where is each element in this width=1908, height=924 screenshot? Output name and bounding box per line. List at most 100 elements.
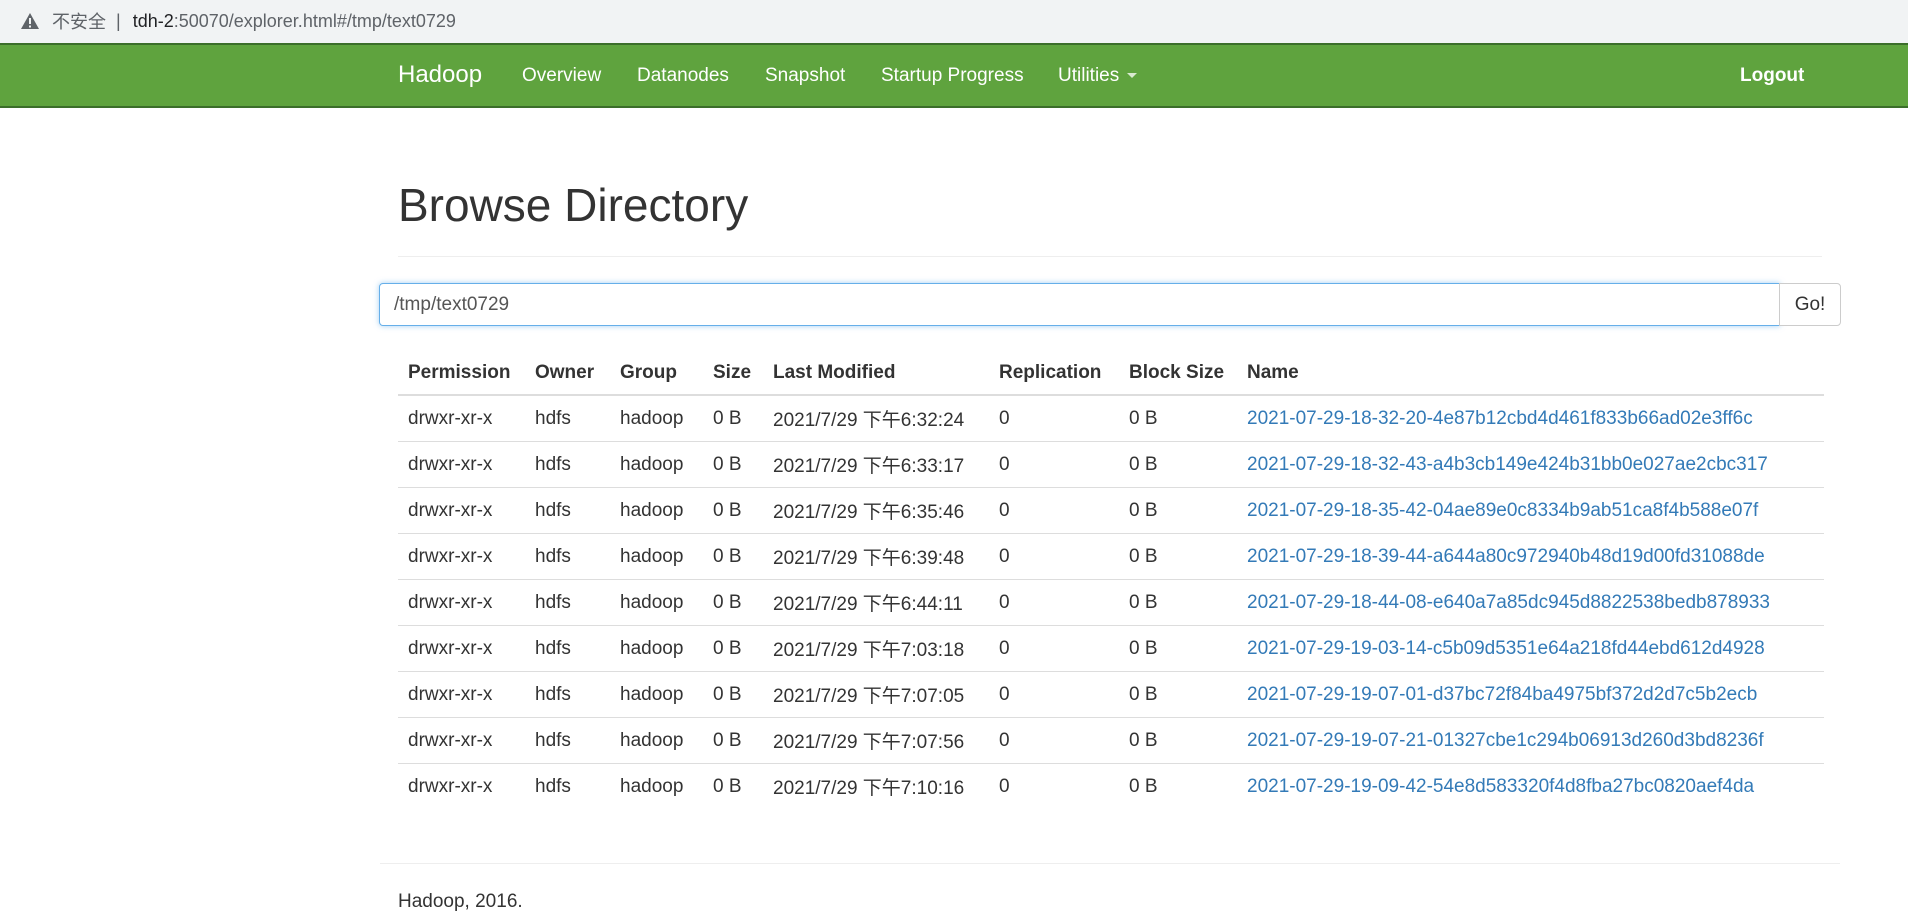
cell-owner: hdfs <box>525 671 610 718</box>
cell-name: 2021-07-29-19-03-14-c5b09d5351e64a218fd4… <box>1237 625 1824 672</box>
cell-group: hadoop <box>610 487 703 534</box>
cell-size: 0 B <box>703 717 763 764</box>
table-row: drwxr-xr-x hdfs hadoop 0 B 2021/7/29 下午7… <box>398 763 1824 809</box>
table-row: drwxr-xr-x hdfs hadoop 0 B 2021/7/29 下午6… <box>398 441 1824 488</box>
cell-replication: 0 <box>989 763 1119 809</box>
directory-link[interactable]: 2021-07-29-19-07-21-01327cbe1c294b06913d… <box>1247 730 1764 751</box>
cell-owner: hdfs <box>525 394 610 442</box>
cell-last-modified: 2021/7/29 下午7:07:05 <box>763 671 989 718</box>
cell-name: 2021-07-29-19-07-21-01327cbe1c294b06913d… <box>1237 717 1824 764</box>
nav-datanodes[interactable]: Datanodes <box>637 65 729 87</box>
cell-replication: 0 <box>989 441 1119 488</box>
cell-size: 0 B <box>703 625 763 672</box>
cell-last-modified: 2021/7/29 下午6:35:46 <box>763 487 989 534</box>
cell-size: 0 B <box>703 441 763 488</box>
cell-last-modified: 2021/7/29 下午6:44:11 <box>763 579 989 626</box>
header-divider <box>398 256 1822 257</box>
cell-permission: drwxr-xr-x <box>398 394 525 442</box>
directory-link[interactable]: 2021-07-29-18-32-43-a4b3cb149e424b31bb0e… <box>1247 454 1768 475</box>
footer-divider <box>380 863 1840 864</box>
cell-name: 2021-07-29-18-44-08-e640a7a85dc945d88225… <box>1237 579 1824 626</box>
cell-group: hadoop <box>610 763 703 809</box>
header-name[interactable]: Name <box>1237 352 1824 396</box>
directory-link[interactable]: 2021-07-29-18-32-20-4e87b12cbd4d461f833b… <box>1247 408 1753 429</box>
security-label[interactable]: 不安全 <box>52 8 106 34</box>
cell-block-size: 0 B <box>1119 441 1237 488</box>
cell-name: 2021-07-29-18-32-43-a4b3cb149e424b31bb0e… <box>1237 441 1824 488</box>
table-row: drwxr-xr-x hdfs hadoop 0 B 2021/7/29 下午6… <box>398 579 1824 626</box>
cell-group: hadoop <box>610 579 703 626</box>
cell-permission: drwxr-xr-x <box>398 717 525 764</box>
directory-link[interactable]: 2021-07-29-19-03-14-c5b09d5351e64a218fd4… <box>1247 638 1765 659</box>
cell-permission: drwxr-xr-x <box>398 671 525 718</box>
directory-path-input[interactable] <box>379 283 1780 326</box>
table-row: drwxr-xr-x hdfs hadoop 0 B 2021/7/29 下午7… <box>398 625 1824 672</box>
cell-block-size: 0 B <box>1119 625 1237 672</box>
cell-size: 0 B <box>703 394 763 442</box>
directory-link[interactable]: 2021-07-29-19-07-01-d37bc72f84ba4975bf37… <box>1247 684 1757 705</box>
nav-utilities[interactable]: Utilities <box>1058 65 1138 87</box>
cell-permission: drwxr-xr-x <box>398 533 525 580</box>
table-row: drwxr-xr-x hdfs hadoop 0 B 2021/7/29 下午7… <box>398 671 1824 718</box>
go-button[interactable]: Go! <box>1779 283 1841 326</box>
cell-replication: 0 <box>989 717 1119 764</box>
cell-replication: 0 <box>989 671 1119 718</box>
table-row: drwxr-xr-x hdfs hadoop 0 B 2021/7/29 下午7… <box>398 717 1824 764</box>
directory-link[interactable]: 2021-07-29-18-44-08-e640a7a85dc945d88225… <box>1247 592 1770 613</box>
header-owner[interactable]: Owner <box>525 352 610 396</box>
header-size[interactable]: Size <box>703 352 763 396</box>
footer-text: Hadoop, 2016. <box>398 891 523 912</box>
cell-last-modified: 2021/7/29 下午6:32:24 <box>763 394 989 442</box>
cell-replication: 0 <box>989 579 1119 626</box>
url-separator: | <box>116 10 121 31</box>
warning-icon[interactable] <box>20 11 40 31</box>
cell-size: 0 B <box>703 487 763 534</box>
nav-startup-progress[interactable]: Startup Progress <box>881 65 1024 87</box>
directory-link[interactable]: 2021-07-29-19-09-42-54e8d583320f4d8fba27… <box>1247 776 1754 797</box>
cell-size: 0 B <box>703 763 763 809</box>
cell-last-modified: 2021/7/29 下午7:03:18 <box>763 625 989 672</box>
cell-group: hadoop <box>610 441 703 488</box>
cell-permission: drwxr-xr-x <box>398 763 525 809</box>
cell-size: 0 B <box>703 533 763 580</box>
cell-owner: hdfs <box>525 763 610 809</box>
header-group[interactable]: Group <box>610 352 703 396</box>
cell-owner: hdfs <box>525 717 610 764</box>
logout-link[interactable]: Logout <box>1740 65 1804 87</box>
cell-block-size: 0 B <box>1119 671 1237 718</box>
cell-block-size: 0 B <box>1119 579 1237 626</box>
directory-link[interactable]: 2021-07-29-18-35-42-04ae89e0c8334b9ab51c… <box>1247 500 1758 521</box>
cell-block-size: 0 B <box>1119 394 1237 442</box>
url-path: :50070/explorer.html#/tmp/text0729 <box>173 10 456 31</box>
cell-replication: 0 <box>989 625 1119 672</box>
nav-overview[interactable]: Overview <box>522 65 601 87</box>
table-header-row: Permission Owner Group Size Last Modifie… <box>398 352 1824 396</box>
cell-replication: 0 <box>989 394 1119 442</box>
cell-group: hadoop <box>610 671 703 718</box>
cell-last-modified: 2021/7/29 下午6:33:17 <box>763 441 989 488</box>
browser-address-bar: 不安全 | tdh-2:50070/explorer.html#/tmp/tex… <box>0 0 1908 43</box>
page-title: Browse Directory <box>398 179 749 231</box>
cell-permission: drwxr-xr-x <box>398 579 525 626</box>
url-host: tdh-2 <box>132 10 174 31</box>
cell-replication: 0 <box>989 533 1119 580</box>
cell-name: 2021-07-29-19-07-01-d37bc72f84ba4975bf37… <box>1237 671 1824 718</box>
table-row: drwxr-xr-x hdfs hadoop 0 B 2021/7/29 下午6… <box>398 533 1824 580</box>
cell-group: hadoop <box>610 625 703 672</box>
header-permission[interactable]: Permission <box>398 352 525 396</box>
header-last-modified[interactable]: Last Modified <box>763 352 989 396</box>
cell-group: hadoop <box>610 717 703 764</box>
cell-last-modified: 2021/7/29 下午7:10:16 <box>763 763 989 809</box>
table-row: drwxr-xr-x hdfs hadoop 0 B 2021/7/29 下午6… <box>398 487 1824 534</box>
nav-snapshot[interactable]: Snapshot <box>765 65 845 87</box>
header-block-size[interactable]: Block Size <box>1119 352 1237 396</box>
cell-block-size: 0 B <box>1119 717 1237 764</box>
directory-link[interactable]: 2021-07-29-18-39-44-a644a80c972940b48d19… <box>1247 546 1765 567</box>
brand-link[interactable]: Hadoop <box>398 61 482 89</box>
cell-group: hadoop <box>610 533 703 580</box>
cell-owner: hdfs <box>525 441 610 488</box>
cell-replication: 0 <box>989 487 1119 534</box>
header-replication[interactable]: Replication <box>989 352 1119 396</box>
url-field[interactable]: 不安全 | tdh-2:50070/explorer.html#/tmp/tex… <box>6 4 1906 38</box>
cell-size: 0 B <box>703 579 763 626</box>
